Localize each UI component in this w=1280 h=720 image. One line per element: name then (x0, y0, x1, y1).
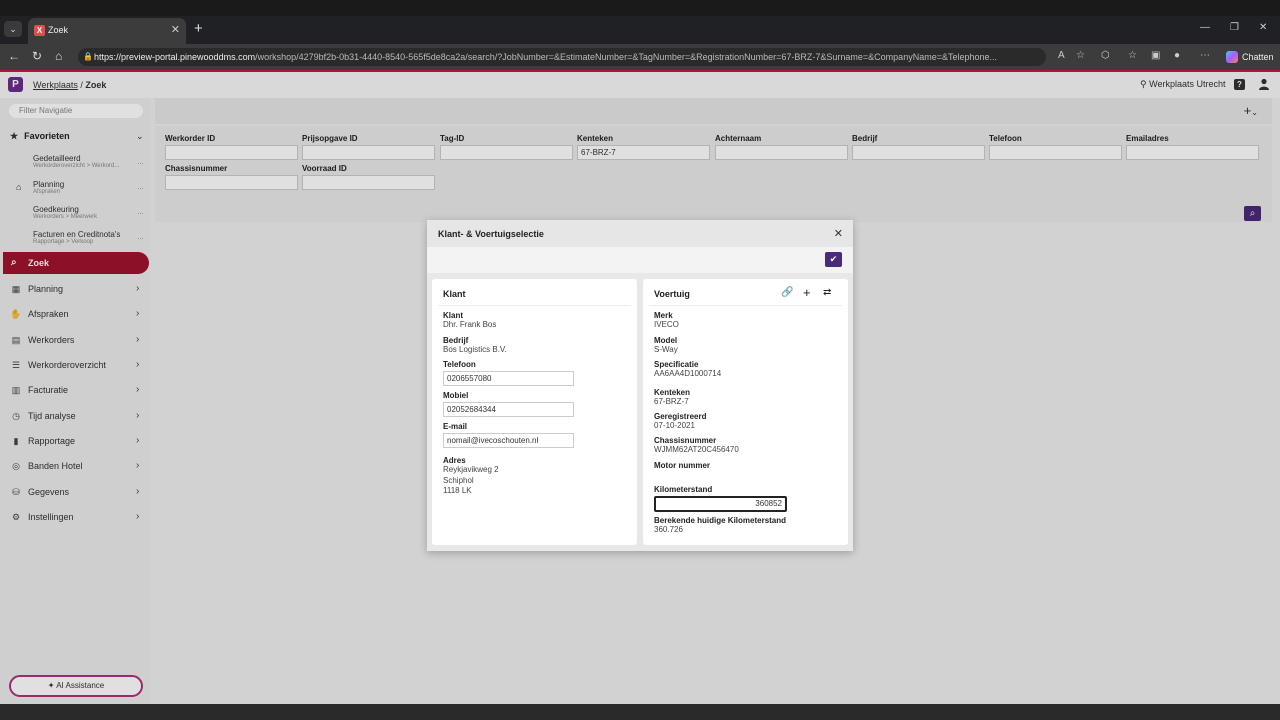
phone-field[interactable]: 0206557080 (443, 371, 574, 386)
vehicle-engine: Motor nummer (654, 461, 710, 470)
label: Mobiel (443, 391, 469, 400)
value: WJMM62AT20C456470 (654, 445, 739, 454)
home-browser-icon[interactable]: ⌂ (55, 49, 62, 63)
address-line: Reykjavikweg 2 (443, 465, 499, 474)
restore-icon[interactable]: ❐ (1230, 22, 1239, 33)
vehicle-mileage: Kilometerstand 360852 (654, 485, 787, 512)
mileage-input[interactable]: 360852 (654, 496, 787, 512)
value: S-Way (654, 345, 678, 354)
value: Dhr. Frank Bos (443, 320, 497, 329)
lock-icon: 🔒 (83, 52, 93, 61)
modal-actionbar (427, 247, 853, 273)
address-line: Schiphol (443, 475, 474, 485)
taskbar (0, 704, 1280, 720)
email-field[interactable]: nomail@ivecoschouten.nl (443, 433, 574, 448)
address-line: 1118 LK (443, 486, 472, 495)
vehicle-registration: Kenteken 67-BRZ-7 (654, 388, 690, 408)
customer-address: Adres Reykjavikweg 2 Schiphol 1118 LK (443, 456, 499, 497)
tab-title: Zoek (48, 25, 69, 35)
label: Chassisnummer (654, 436, 717, 445)
value: 07-10-2021 (654, 421, 695, 430)
customer-card-title: Klant (443, 289, 466, 299)
address-toolbar: ← ↻ ⌂ 🔒 https://preview-portal.pinewoodd… (0, 44, 1280, 70)
confirm-button[interactable]: ✔ (825, 252, 842, 267)
value: AA6AA4D1000714 (654, 369, 722, 378)
add-vehicle-icon[interactable]: + (803, 285, 811, 300)
label: Adres (443, 456, 466, 465)
extensions-icon[interactable]: ⬡ (1101, 50, 1110, 61)
label: Model (654, 336, 678, 345)
address-bar[interactable]: 🔒 https://preview-portal.pinewooddms.com… (78, 48, 1046, 66)
label: Telefoon (443, 360, 476, 369)
title-strip (0, 0, 1280, 16)
browser-tab[interactable]: X Zoek ✕ (28, 18, 186, 44)
copilot-icon (1226, 51, 1238, 63)
customer-name: Klant Dhr. Frank Bos (443, 311, 496, 331)
modal-header: Klant- & Voertuigselectie ✕ (427, 220, 853, 247)
customer-card: Klant Klant Dhr. Frank Bos Bedrijf Bos Log… (432, 279, 637, 545)
swap-icon[interactable]: ⇄ (823, 287, 831, 298)
label: Berekende huidige Kilometerstand (654, 516, 787, 525)
vehicle-card: Voertuig 🔗 + ⇄ Merk IVECO Model S-Way Spec… (643, 279, 848, 545)
tab-favicon-icon: X (34, 25, 45, 36)
vehicle-spec: Specificatie AA6AA4D1000714 (654, 360, 721, 380)
modal-title: Klant- & Voertuigselectie (438, 229, 544, 239)
close-icon[interactable]: ✕ (834, 227, 843, 240)
vehicle-make: Merk IVECO (654, 311, 679, 331)
divider (438, 305, 631, 306)
label: Merk (654, 311, 673, 320)
link-icon[interactable]: 🔗 (781, 287, 793, 298)
label: Bedrijf (443, 336, 469, 345)
label: Klant (443, 311, 463, 320)
collections-icon[interactable]: ▣ (1151, 50, 1160, 61)
value: 360.726 (654, 525, 683, 534)
read-aloud-icon[interactable]: A (1058, 50, 1065, 61)
favorite-star-icon[interactable]: ☆ (1076, 50, 1085, 61)
label: Kilometerstand (654, 485, 713, 494)
browser-tabbar: ⌄ X Zoek ✕ + — ❐ ✕ (0, 0, 1280, 44)
vehicle-chassis: Chassisnummer WJMM62AT20C456470 (654, 436, 739, 456)
chat-label: Chatten (1242, 52, 1274, 62)
value: IVECO (654, 320, 679, 329)
new-tab-button[interactable]: + (194, 20, 203, 37)
vehicle-model: Model S-Way (654, 336, 678, 356)
favorites-icon[interactable]: ☆ (1128, 50, 1137, 61)
customer-email: E-mail nomail@ivecoschouten.nl (443, 422, 574, 448)
minimize-icon[interactable]: — (1200, 22, 1210, 33)
customer-mobile: Mobiel 02052684344 (443, 391, 574, 417)
value: Bos Logistics B.V. (443, 345, 507, 354)
vehicle-registered: Geregistreerd 07-10-2021 (654, 412, 706, 432)
reload-icon[interactable]: ↻ (32, 49, 42, 63)
vehicle-card-title: Voertuig (654, 289, 690, 299)
tab-close-icon[interactable]: ✕ (171, 23, 180, 36)
url-path: /workshop/4279bf2b-0b31-4440-8540-565f5d… (255, 52, 998, 62)
customer-phone: Telefoon 0206557080 (443, 360, 574, 386)
label: Kenteken (654, 388, 691, 397)
label: Specificatie (654, 360, 699, 369)
copilot-chat-button[interactable]: Chatten (1222, 48, 1278, 66)
customer-vehicle-modal: Klant- & Voertuigselectie ✕ ✔ Klant Klan… (427, 220, 853, 551)
customer-company: Bedrijf Bos Logistics B.V. (443, 336, 507, 356)
tab-list-button[interactable]: ⌄ (4, 21, 22, 37)
label: Motor nummer (654, 461, 710, 470)
close-window-icon[interactable]: ✕ (1259, 22, 1267, 33)
more-icon[interactable]: ⋯ (1200, 50, 1210, 61)
back-icon[interactable]: ← (8, 49, 20, 63)
label: E-mail (443, 422, 468, 431)
profile-avatar-icon[interactable]: ● (1174, 50, 1180, 61)
label: Geregistreerd (654, 412, 707, 421)
mobile-field[interactable]: 02052684344 (443, 402, 574, 417)
divider (649, 305, 842, 306)
modal-body: Klant Klant Dhr. Frank Bos Bedrijf Bos Log… (427, 273, 853, 551)
url-host: https://preview-portal.pinewooddms.com (94, 52, 256, 62)
vehicle-calculated-mileage: Berekende huidige Kilometerstand 360.726 (654, 516, 786, 536)
value: 67-BRZ-7 (654, 397, 689, 406)
